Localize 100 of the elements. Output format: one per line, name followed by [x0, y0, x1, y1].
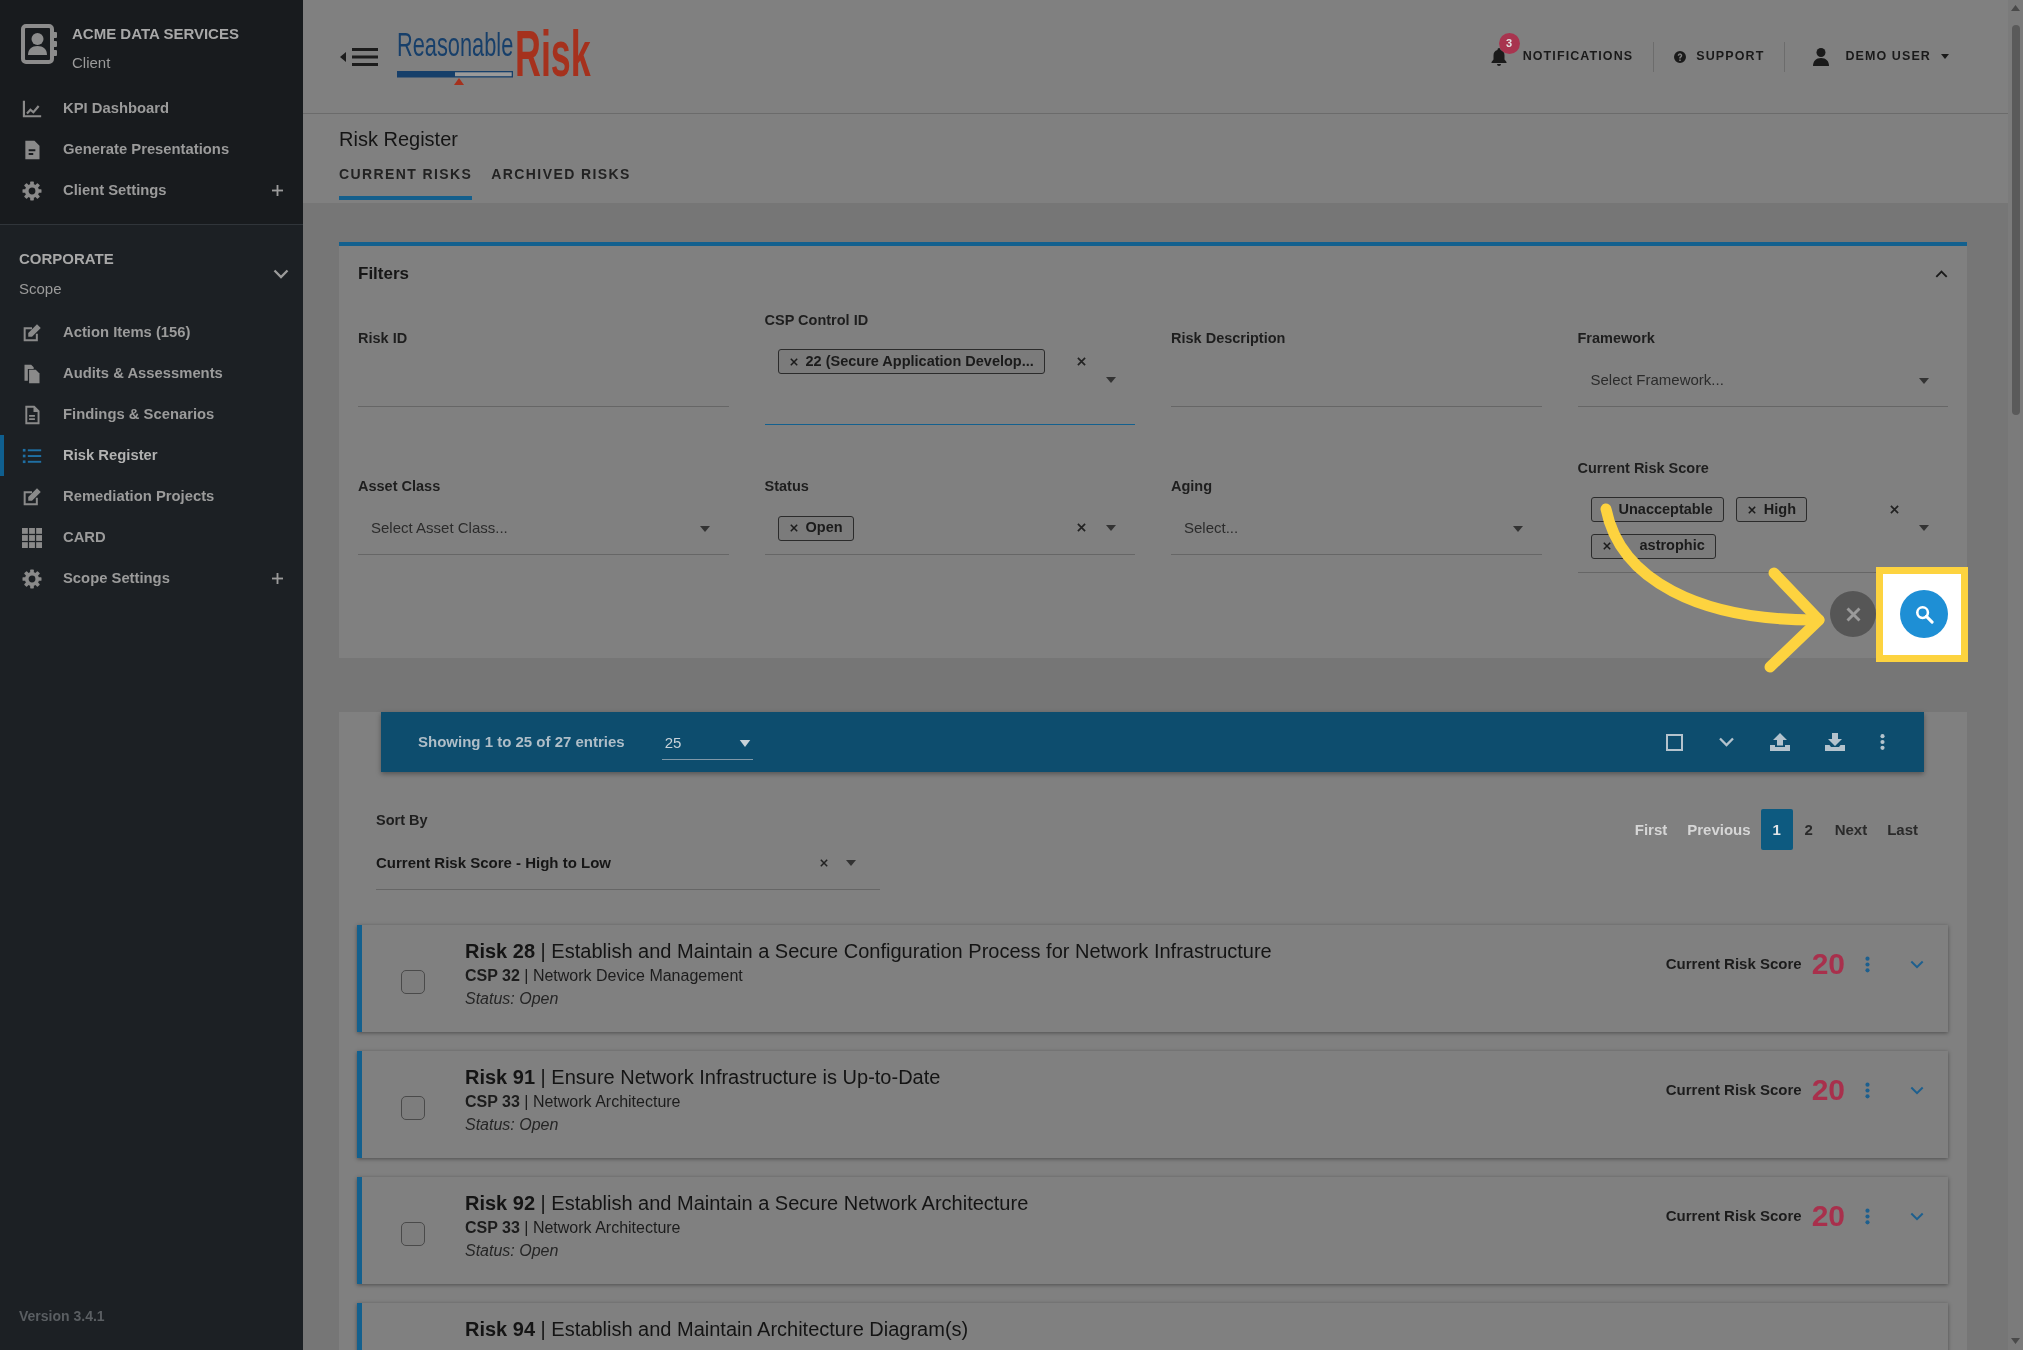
- select-all-checkbox[interactable]: [1666, 733, 1683, 751]
- tab[interactable]: CURRENT RISKS: [339, 166, 473, 200]
- tab[interactable]: ARCHIVED RISKS: [491, 166, 631, 200]
- remove-icon[interactable]: [789, 524, 798, 532]
- pencil-square-icon: [22, 486, 42, 507]
- clear-button[interactable]: [1830, 591, 1876, 637]
- risk-status: Status: Open: [465, 989, 560, 1009]
- sidebar-item[interactable]: Action Items (156): [0, 312, 303, 353]
- download-icon[interactable]: [1825, 733, 1845, 751]
- clear-icon[interactable]: [1077, 523, 1086, 532]
- scrollbar-thumb[interactable]: [2011, 25, 2020, 415]
- chevron-down-icon[interactable]: [273, 269, 289, 279]
- caret-down-icon: [1512, 525, 1523, 532]
- select-field[interactable]: Select Asset Class...: [358, 503, 729, 555]
- filter-tag[interactable]: High: [1735, 497, 1807, 522]
- risk-score: 20: [1811, 947, 1845, 981]
- multi-select-field[interactable]: Open: [764, 503, 1135, 555]
- remove-icon[interactable]: [1602, 542, 1611, 550]
- clear-icon[interactable]: [1077, 357, 1086, 366]
- filter-tag[interactable]: 22 (Secure Application Develop...: [777, 349, 1045, 374]
- sidebar-item[interactable]: KPI Dashboard: [0, 88, 303, 129]
- logo-text: Reasonable: [397, 28, 514, 61]
- sidebar-item[interactable]: Findings & Scenarios: [0, 394, 303, 435]
- risk-control: CSP 33 | Network Architecture: [465, 1090, 941, 1114]
- page-link[interactable]: 2: [1792, 809, 1825, 850]
- contact-book-icon: [21, 24, 57, 64]
- user-menu[interactable]: DEMO USER: [1805, 47, 1949, 66]
- risk-status: Status: Open: [465, 1241, 560, 1261]
- section-title: Filters: [358, 263, 410, 286]
- clear-icon[interactable]: [1890, 505, 1899, 514]
- close-icon: [1845, 606, 1861, 622]
- chevron-up-icon[interactable]: [1935, 270, 1948, 278]
- field-label: Status: [764, 477, 810, 495]
- page-size-select[interactable]: 25: [661, 728, 753, 760]
- risk-title[interactable]: Risk 94 | Establish and Maintain Architecture Diagram(s): [465, 1316, 969, 1342]
- caret-down-icon: [699, 525, 710, 532]
- sidebar-item[interactable]: Audits & Assessments: [0, 353, 303, 394]
- plus-icon[interactable]: [272, 185, 283, 196]
- row-checkbox[interactable]: [401, 1096, 425, 1120]
- menu-icon[interactable]: [340, 46, 378, 67]
- field-label: Current Risk Score: [1577, 459, 1710, 477]
- field-label: Aging: [1171, 477, 1214, 495]
- field-label: Framework: [1577, 329, 1656, 347]
- notification-badge: 3: [1498, 32, 1520, 54]
- remove-icon[interactable]: [789, 357, 798, 366]
- select-field[interactable]: Select...: [1171, 503, 1542, 555]
- multi-select-field[interactable]: 22 (Secure Application Develop...: [764, 337, 1135, 425]
- plus-icon[interactable]: [272, 573, 283, 584]
- grid-icon: [22, 527, 42, 548]
- caret-down-icon: [1941, 54, 1949, 59]
- document-icon: [22, 139, 42, 160]
- gear-icon: [22, 568, 42, 589]
- row-checkbox[interactable]: [401, 970, 425, 994]
- filter-tag[interactable]: Open: [777, 515, 854, 541]
- score-label: Current Risk Score: [1665, 953, 1802, 974]
- help-icon: [1674, 50, 1687, 63]
- row-checkbox[interactable]: [401, 1222, 425, 1246]
- caret-down-icon: [1919, 377, 1929, 384]
- gear-icon: [22, 180, 42, 201]
- scrollbar[interactable]: [2008, 0, 2023, 1350]
- scope-name: CORPORATE: [19, 249, 114, 269]
- risk-title[interactable]: Risk 28 | Establish and Maintain a Secure Configuration Process for Network Infrastructure: [465, 938, 1272, 964]
- caret-down-icon: [1106, 377, 1116, 383]
- logo-text: Risk: [515, 24, 591, 84]
- page-link[interactable]: 1: [1760, 809, 1793, 850]
- more-icon[interactable]: [1880, 733, 1885, 751]
- sidebar-item[interactable]: Generate Presentations: [0, 129, 303, 170]
- field-label: Asset Class: [358, 477, 442, 495]
- search-icon: [1914, 604, 1934, 624]
- entries-summary: Showing 1 to 25 of 27 entries: [418, 731, 625, 752]
- clear-icon[interactable]: [820, 859, 828, 867]
- sort-select[interactable]: Current Risk Score - High to Low: [376, 837, 880, 890]
- page-link[interactable]: Next: [1824, 809, 1878, 850]
- caret-down-icon: [1106, 525, 1116, 531]
- support-link[interactable]: SUPPORT: [1674, 47, 1765, 66]
- client-role: Client: [72, 53, 112, 73]
- page-link[interactable]: Last: [1877, 809, 1928, 850]
- filter-tag[interactable]: Unacceptable: [1590, 497, 1724, 522]
- score-label: Current Risk Score: [1665, 1205, 1802, 1226]
- risk-score: 20: [1811, 1199, 1845, 1233]
- risk-title[interactable]: Risk 91 | Ensure Network Infrastructure is Up-to-Date: [465, 1064, 941, 1090]
- field-label: CSP Control ID: [764, 311, 870, 329]
- chevron-down-icon[interactable]: [1718, 737, 1735, 747]
- sidebar-item[interactable]: Risk Register: [0, 435, 303, 476]
- sidebar-item[interactable]: Remediation Projects: [0, 476, 303, 517]
- risk-title[interactable]: Risk 92 | Establish and Maintain a Secure Network Architecture: [465, 1190, 1029, 1216]
- sidebar-item[interactable]: CARD: [0, 517, 303, 558]
- score-label: Current Risk Score: [1665, 1079, 1802, 1100]
- caret-down-icon: [846, 860, 856, 866]
- sidebar-item[interactable]: Scope Settings: [0, 558, 303, 599]
- upload-icon[interactable]: [1770, 733, 1790, 751]
- client-name: ACME DATA SERVICES: [72, 24, 239, 44]
- remove-icon[interactable]: [1747, 505, 1756, 514]
- multi-select-field[interactable]: Unacceptable High astrophic: [1577, 485, 1948, 573]
- field-label: Sort By: [376, 811, 429, 829]
- field-label: Risk ID: [358, 329, 409, 347]
- select-field[interactable]: Select Framework...: [1577, 355, 1948, 407]
- risk-status: Status: Open: [465, 1115, 560, 1135]
- sidebar-item[interactable]: Client Settings: [0, 170, 303, 211]
- risk-control: CSP 32 | Network Device Management: [465, 964, 1272, 988]
